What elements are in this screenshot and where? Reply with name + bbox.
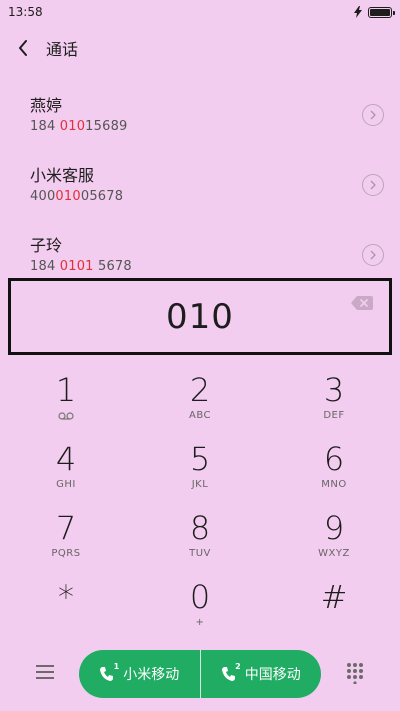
sim1-number: 1	[113, 662, 120, 671]
phone-icon: 1	[99, 662, 119, 682]
key-8[interactable]: 8 TUV	[132, 510, 268, 579]
chevron-right-circle-icon[interactable]	[362, 174, 384, 196]
battery-icon	[368, 6, 395, 18]
sim2-number: 2	[235, 662, 241, 671]
chevron-right-circle-icon[interactable]	[362, 104, 384, 126]
contact-number: 40001005678	[30, 189, 124, 204]
status-icons	[354, 6, 395, 18]
dialpad-toggle-icon[interactable]	[346, 662, 364, 684]
dialed-number: 010	[166, 296, 234, 337]
key-hash[interactable]: #	[268, 579, 400, 648]
contact-name: 小米客服	[30, 166, 95, 185]
key-star[interactable]: *	[0, 579, 132, 648]
key-2[interactable]: 2 ABC	[132, 372, 268, 441]
contact-name: 燕婷	[30, 96, 63, 115]
bottom-bar: 1 小米移动 2 中国移动	[0, 648, 400, 700]
call-button-group: 1 小米移动 2 中国移动	[79, 650, 321, 698]
key-1[interactable]: 1	[0, 372, 132, 441]
key-9[interactable]: 9 WXYZ	[268, 510, 400, 579]
contact-name: 子玲	[30, 236, 63, 255]
call-sim1-button[interactable]: 1 小米移动	[79, 650, 200, 698]
voicemail-icon	[58, 412, 74, 420]
sim2-label: 中国移动	[244, 667, 301, 683]
phone-icon: 2	[221, 662, 241, 682]
keypad: 1 2 ABC 3 DEF 4 GHI 5 JKL 6 MNO 7 PQRS 8…	[0, 372, 400, 648]
menu-icon[interactable]	[36, 664, 54, 680]
lightning-icon	[354, 6, 362, 18]
backspace-icon[interactable]	[351, 295, 373, 311]
key-6[interactable]: 6 MNO	[268, 441, 400, 510]
contact-suggestions: 燕婷 184 01015689 小米客服 40001005678 子玲 184 …	[0, 80, 400, 290]
status-bar: 13:58	[0, 0, 400, 24]
chevron-right-circle-icon[interactable]	[362, 244, 384, 266]
key-5[interactable]: 5 JKL	[132, 441, 268, 510]
sim1-label: 小米移动	[123, 667, 180, 683]
key-0[interactable]: 0 +	[132, 579, 268, 648]
back-arrow-icon[interactable]	[14, 39, 32, 57]
status-time: 13:58	[8, 5, 43, 19]
contact-info: 燕婷 184 01015689	[30, 96, 128, 134]
contact-number: 184 0101 5678	[30, 259, 132, 274]
key-4[interactable]: 4 GHI	[0, 441, 132, 510]
contact-info: 小米客服 40001005678	[30, 166, 123, 204]
contact-row[interactable]: 燕婷 184 01015689	[0, 80, 400, 150]
contact-number: 184 01015689	[30, 119, 128, 134]
dialed-number-display: 010	[8, 278, 392, 355]
contact-row[interactable]: 小米客服 40001005678	[0, 150, 400, 220]
contact-info: 子玲 184 0101 5678	[30, 236, 132, 274]
page-title: 通话	[46, 40, 79, 59]
header: 通话	[0, 28, 400, 68]
call-sim2-button[interactable]: 2 中国移动	[201, 650, 322, 698]
key-7[interactable]: 7 PQRS	[0, 510, 132, 579]
key-3[interactable]: 3 DEF	[268, 372, 400, 441]
